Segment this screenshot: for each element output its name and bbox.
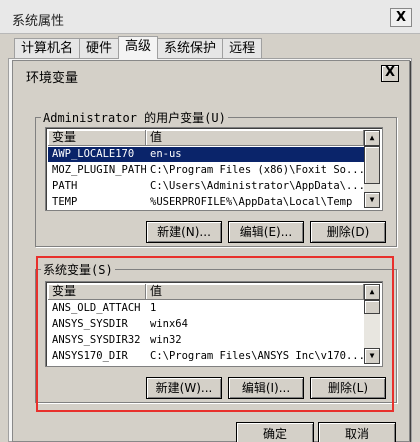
col-val-header[interactable]: 值 [146,130,364,146]
scroll-up-icon[interactable]: ▲ [364,284,380,300]
dialog-close-button[interactable]: X [381,65,399,82]
system-vars-label: 系统变量(S) [41,261,115,278]
tab-computer-name[interactable]: 计算机名 [14,38,81,59]
tab-bar: 计算机名 硬件 高级 系统保护 远程 [14,36,263,59]
env-vars-dialog: 环境变量 X Administrator 的用户变量(U) 变量 值 AWP_L… [12,60,410,442]
table-row[interactable]: ANSYS170_DIR C:\Program Files\ANSYS Inc\… [48,349,364,364]
user-vars-header: 变量 值 [48,130,364,146]
table-row[interactable]: AWP_LOCALE170 en-us [48,147,364,162]
dialog-title: 环境变量 [26,71,79,86]
table-row[interactable]: ANSYS_SYSDIR winx64 [48,317,364,332]
scroll-down-icon[interactable]: ▼ [364,348,380,364]
scroll-thumb[interactable] [364,300,380,314]
user-vars-list[interactable]: 变量 值 AWP_LOCALE170 en-us MOZ_PLUGIN_PATH… [45,127,383,211]
tab-advanced[interactable]: 高级 [118,36,159,59]
col-var-header[interactable]: 变量 [48,284,146,300]
outer-title-bar: 系统属性 X [0,0,420,34]
system-delete-button[interactable]: 删除(L) [310,377,386,399]
table-row[interactable]: ANS_OLD_ATTACH 1 [48,301,364,316]
user-new-button[interactable]: 新建(N)... [146,221,222,243]
user-delete-button[interactable]: 删除(D) [310,221,386,243]
col-val-header[interactable]: 值 [146,284,364,300]
user-edit-button[interactable]: 编辑(E)... [228,221,304,243]
table-row[interactable]: ANSYS_SYSDIR32 win32 [48,333,364,348]
scroll-down-icon[interactable]: ▼ [364,192,380,208]
tab-system-protection[interactable]: 系统保护 [157,38,224,59]
user-vars-label: Administrator 的用户变量(U) [41,109,228,126]
outer-window-title: 系统属性 [12,14,65,29]
table-row[interactable]: PATH C:\Users\Administrator\AppData\... [48,179,364,194]
ok-button[interactable]: 确定 [236,422,314,442]
system-new-button[interactable]: 新建(W)... [146,377,222,399]
dialog-title-bar: 环境变量 X [13,61,409,86]
table-row[interactable]: MOZ_PLUGIN_PATH C:\Program Files (x86)\F… [48,163,364,178]
outer-close-button[interactable]: X [390,8,412,27]
system-vars-header: 变量 值 [48,284,364,300]
system-vars-list[interactable]: 变量 值 ANS_OLD_ATTACH 1 ANSYS_SYSDIR winx6… [45,281,383,367]
tab-hardware[interactable]: 硬件 [79,38,120,59]
tab-remote[interactable]: 远程 [222,38,263,59]
cancel-button[interactable]: 取消 [318,422,396,442]
col-var-header[interactable]: 变量 [48,130,146,146]
system-vars-scrollbar[interactable]: ▲ ▼ [364,284,380,364]
user-vars-scrollbar[interactable]: ▲ ▼ [364,130,380,208]
scroll-up-icon[interactable]: ▲ [364,130,380,146]
table-row[interactable]: TEMP %USERPROFILE%\AppData\Local\Temp [48,195,364,210]
scroll-thumb[interactable] [364,146,380,184]
system-edit-button[interactable]: 编辑(I)... [228,377,304,399]
